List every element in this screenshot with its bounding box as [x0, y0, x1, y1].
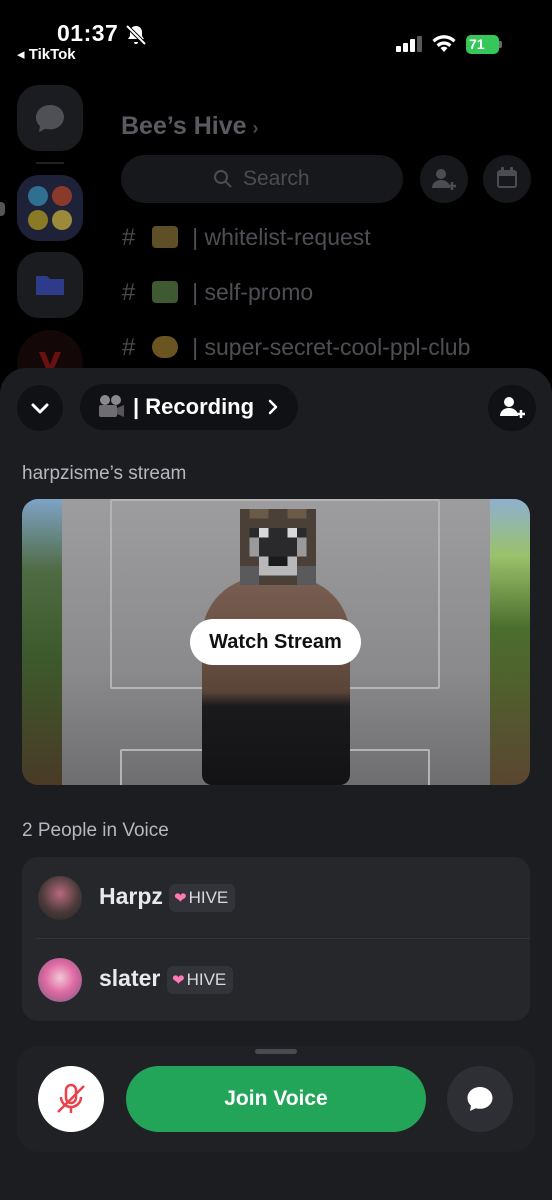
role-badge-label: HIVE: [188, 888, 229, 907]
server-bees-hive-button[interactable]: [17, 175, 83, 241]
folder-icon: [36, 276, 64, 295]
role-badge: ❤ HIVE: [169, 884, 236, 912]
channel-name: | whitelist-request: [192, 224, 371, 250]
stream-person-figure: [202, 577, 350, 785]
channel-item-super-secret-cool-ppl-club[interactable]: # | super-secret-cool-ppl-club: [122, 334, 470, 362]
chat-bubble-icon: [36, 105, 64, 132]
search-icon: [214, 170, 232, 188]
server-icon-grid: [28, 186, 72, 230]
drag-handle[interactable]: [255, 1049, 297, 1054]
server-search-button[interactable]: Search: [121, 155, 403, 203]
voice-channel-title-button[interactable]: | Recording: [80, 384, 298, 430]
server-name-text: Bee’s Hive: [121, 112, 247, 140]
open-chat-button[interactable]: [447, 1066, 513, 1132]
status-bar: 01:37 ◂ TikTok 71: [0, 0, 552, 70]
voice-channel-sheet: | Recording harpzisme’s stream Watch Str…: [0, 368, 552, 1200]
server-name-heading[interactable]: Bee’s Hive ›: [121, 112, 259, 141]
nerd-face-emoji-icon: [151, 336, 178, 358]
calendar-icon: [497, 167, 517, 188]
add-user-icon: [500, 397, 525, 418]
stream-background-right: [490, 499, 530, 785]
events-button[interactable]: [483, 155, 531, 203]
stream-background-left: [22, 499, 62, 785]
mute-microphone-button[interactable]: [38, 1066, 104, 1132]
watch-stream-button[interactable]: Watch Stream: [190, 619, 361, 665]
stream-owner-label: harpzisme’s stream: [22, 463, 187, 484]
member-name: Harpz: [99, 883, 163, 909]
collapse-sheet-button[interactable]: [17, 385, 63, 431]
role-badge-label: HIVE: [186, 970, 227, 989]
cellular-signal-icon: [396, 36, 422, 52]
heart-icon: ❤: [172, 972, 185, 989]
voice-member-row[interactable]: Harpz ❤ HIVE: [22, 857, 530, 939]
battery-percent: 71: [469, 36, 485, 52]
back-to-app-link[interactable]: ◂ TikTok: [17, 45, 76, 63]
add-user-icon: [432, 169, 456, 190]
money-emoji-icon: [151, 281, 178, 303]
channel-item-whitelist-request[interactable]: # | whitelist-request: [122, 224, 371, 252]
locked-text-channel-icon: #: [122, 334, 136, 361]
invite-to-voice-button[interactable]: [488, 385, 536, 431]
microphone-muted-icon: [57, 1083, 85, 1113]
role-badge: ❤ HIVE: [167, 966, 234, 994]
chevron-right-icon: ›: [252, 118, 259, 138]
pixel-face-mask-icon: [240, 509, 316, 585]
invite-members-button[interactable]: [420, 155, 468, 203]
server-background: Bee’s Hive › Search # | whitelist-request…: [0, 70, 552, 396]
film-camera-emoji-icon: [99, 395, 124, 417]
active-server-indicator: [0, 202, 5, 216]
locked-text-channel-icon: #: [122, 224, 136, 251]
voice-members-list: Harpz ❤ HIVE slater ❤ HIVE: [22, 857, 530, 1021]
wifi-icon: [432, 35, 456, 52]
channel-name: | self-promo: [192, 279, 314, 305]
join-voice-button[interactable]: Join Voice: [126, 1066, 426, 1132]
lock-emoji-icon: [151, 226, 178, 248]
status-time: 01:37: [57, 20, 119, 46]
avatar: [38, 958, 82, 1002]
rail-divider: [36, 162, 64, 164]
heart-icon: ❤: [174, 890, 187, 907]
search-label: Search: [243, 167, 310, 190]
channel-name: | super-secret-cool-ppl-club: [192, 334, 471, 360]
people-in-voice-label: 2 People in Voice: [22, 820, 169, 841]
direct-messages-button[interactable]: [17, 85, 83, 151]
member-name: slater: [99, 965, 161, 991]
server-folder-button[interactable]: [17, 252, 83, 318]
channel-item-self-promo[interactable]: # | self-promo: [122, 279, 313, 307]
chevron-down-icon: [31, 403, 49, 414]
battery-indicator: 71: [466, 35, 502, 54]
chat-bubble-icon: [467, 1087, 493, 1111]
locked-text-channel-icon: #: [122, 279, 136, 306]
chevron-right-icon: [268, 399, 278, 415]
voice-member-row[interactable]: slater ❤ HIVE: [22, 939, 530, 1021]
avatar: [38, 876, 82, 920]
bell-muted-icon: [125, 24, 147, 46]
voice-channel-name: | Recording: [133, 394, 255, 419]
